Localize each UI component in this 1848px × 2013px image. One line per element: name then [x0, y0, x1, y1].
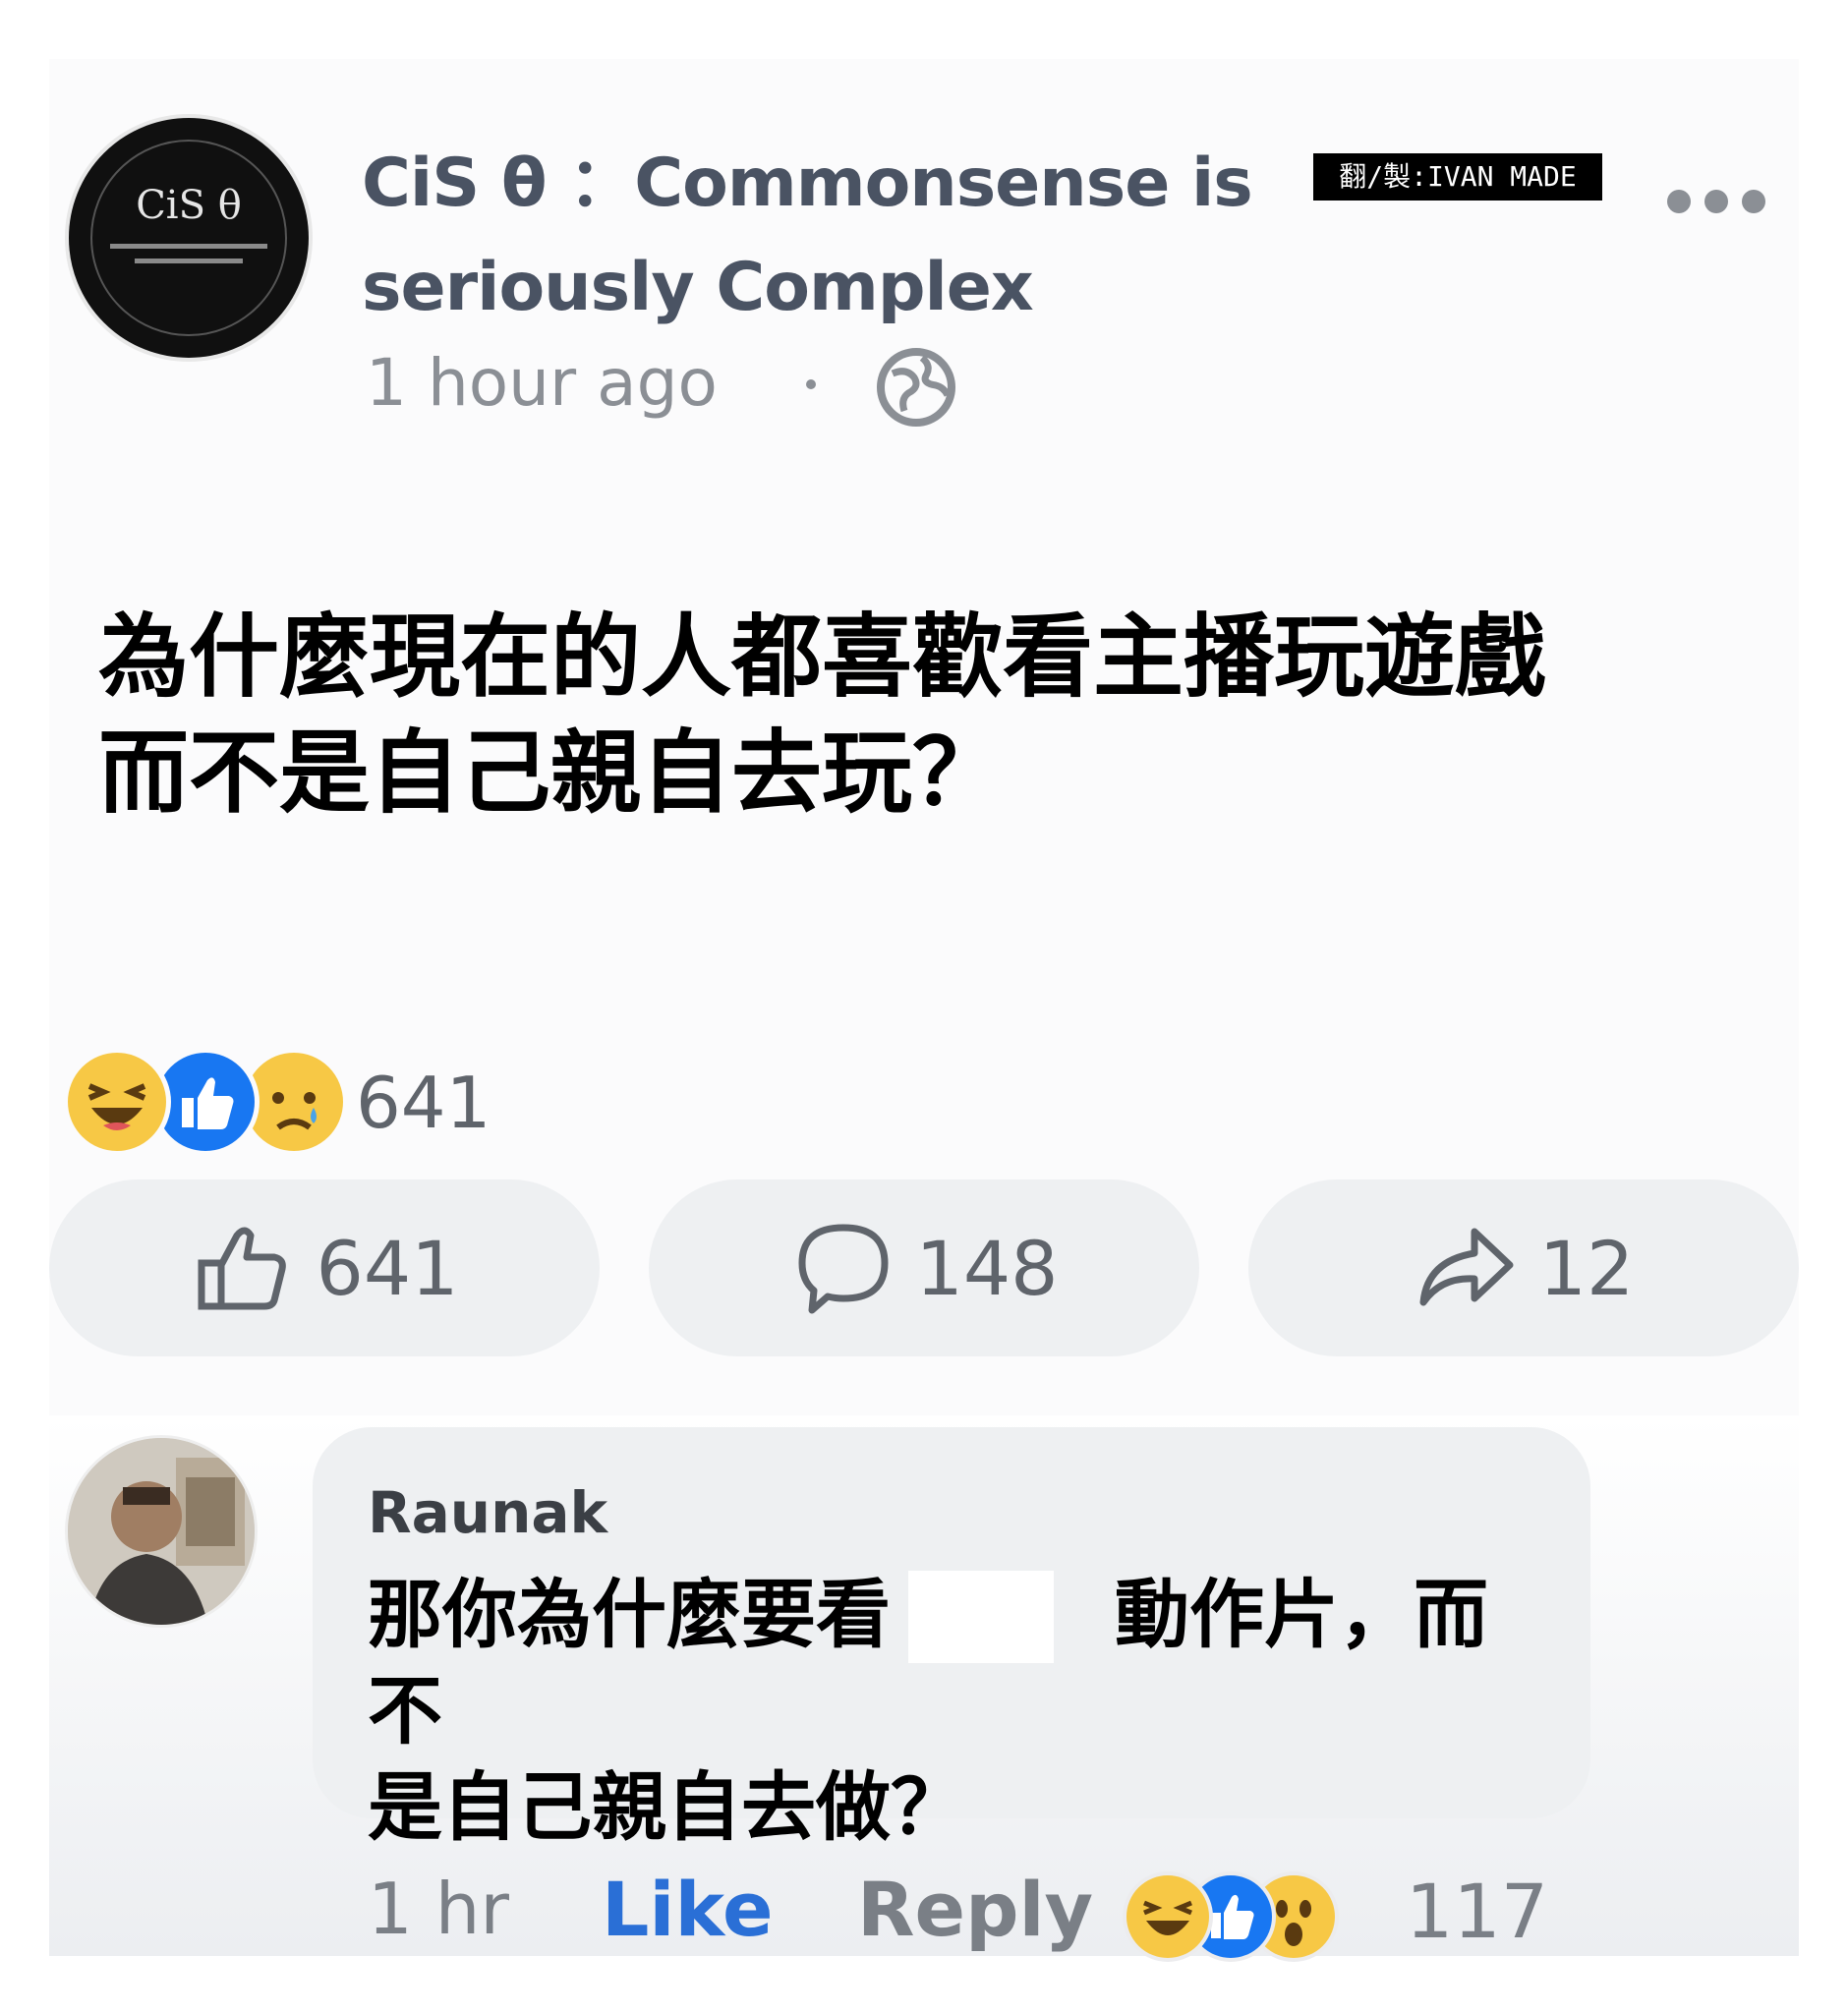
comment-reply-button[interactable]: Reply — [857, 1866, 1093, 1953]
comment-reaction-summary[interactable] — [1123, 1871, 1339, 1962]
post-timestamp[interactable]: 1 hour ago — [366, 344, 718, 423]
share-count: 12 — [1538, 1224, 1635, 1312]
watermark-label: 翻/製:IVAN MADE — [1313, 153, 1602, 201]
more-options-icon[interactable] — [1667, 185, 1765, 218]
page-avatar[interactable]: CiS θ — [65, 114, 313, 362]
page-name-line-1: CiS θ ：Commonsense is — [362, 144, 1253, 222]
like-count: 641 — [316, 1224, 459, 1312]
commenter-photo — [68, 1438, 255, 1625]
reaction-count: 641 — [356, 1062, 491, 1144]
comment-reaction-count: 117 — [1406, 1868, 1549, 1955]
comment-count: 148 — [915, 1224, 1059, 1312]
share-button[interactable]: 12 — [1248, 1179, 1799, 1356]
page-name-link[interactable]: CiS θ ：Commonsense is seriously Complex — [362, 132, 1345, 340]
haha-icon — [1123, 1871, 1213, 1962]
commenter-avatar[interactable] — [65, 1435, 258, 1628]
dot — [1667, 190, 1691, 213]
share-arrow-icon — [1419, 1228, 1514, 1306]
comment-button[interactable]: 148 — [649, 1179, 1199, 1356]
globe-icon — [877, 348, 955, 427]
logo-ring — [90, 140, 287, 336]
dot — [1704, 190, 1728, 213]
thumbs-up-icon — [198, 1227, 287, 1310]
post-text: 為什麼現在的人都喜歡看主播玩遊戲 而不是自己親自去玩？ — [98, 604, 1546, 826]
comment-like-button[interactable]: Like — [602, 1866, 774, 1953]
like-button[interactable]: 641 — [49, 1179, 600, 1356]
comment-timestamp[interactable]: 1 hr — [368, 1868, 509, 1950]
dot — [1742, 190, 1765, 213]
haha-icon — [63, 1048, 171, 1156]
comment-author[interactable]: Raunak — [368, 1478, 607, 1547]
redaction-box — [908, 1571, 1054, 1663]
page-name-line-2: seriously Complex — [362, 249, 1034, 326]
comment-icon — [798, 1224, 889, 1314]
reaction-summary[interactable]: 641 — [63, 1048, 515, 1156]
separator-dot — [806, 379, 816, 389]
